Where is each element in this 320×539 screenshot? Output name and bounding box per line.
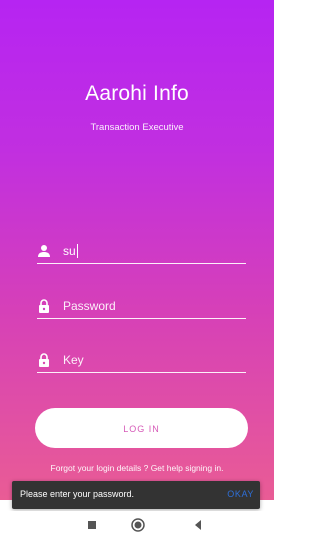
password-input[interactable] (63, 296, 243, 316)
lock-icon (37, 299, 51, 313)
login-button[interactable]: LOG IN (35, 408, 248, 448)
snackbar-okay-button[interactable]: OKAY (227, 489, 254, 499)
person-icon (37, 244, 51, 258)
username-input[interactable] (63, 241, 243, 261)
username-field[interactable] (37, 241, 246, 264)
password-field[interactable] (37, 296, 246, 319)
login-screen: Aarohi Info Transaction Executive su Key… (0, 0, 274, 500)
snackbar-message: Please enter your password. (20, 489, 135, 499)
lock-icon (37, 353, 51, 367)
recents-square-icon[interactable] (84, 517, 100, 533)
app-subtitle: Transaction Executive (90, 122, 184, 133)
home-circle-icon[interactable] (130, 517, 146, 533)
snackbar: Please enter your password. OKAY (12, 481, 260, 509)
key-field[interactable] (37, 350, 246, 373)
system-nav-bar (0, 511, 274, 539)
forgot-login-link[interactable]: Forgot your login details ? Get help sig… (0, 463, 274, 473)
app-title: Aarohi Info (85, 82, 189, 105)
key-input[interactable] (63, 350, 243, 370)
back-triangle-icon[interactable] (190, 517, 206, 533)
text-cursor (77, 244, 78, 258)
